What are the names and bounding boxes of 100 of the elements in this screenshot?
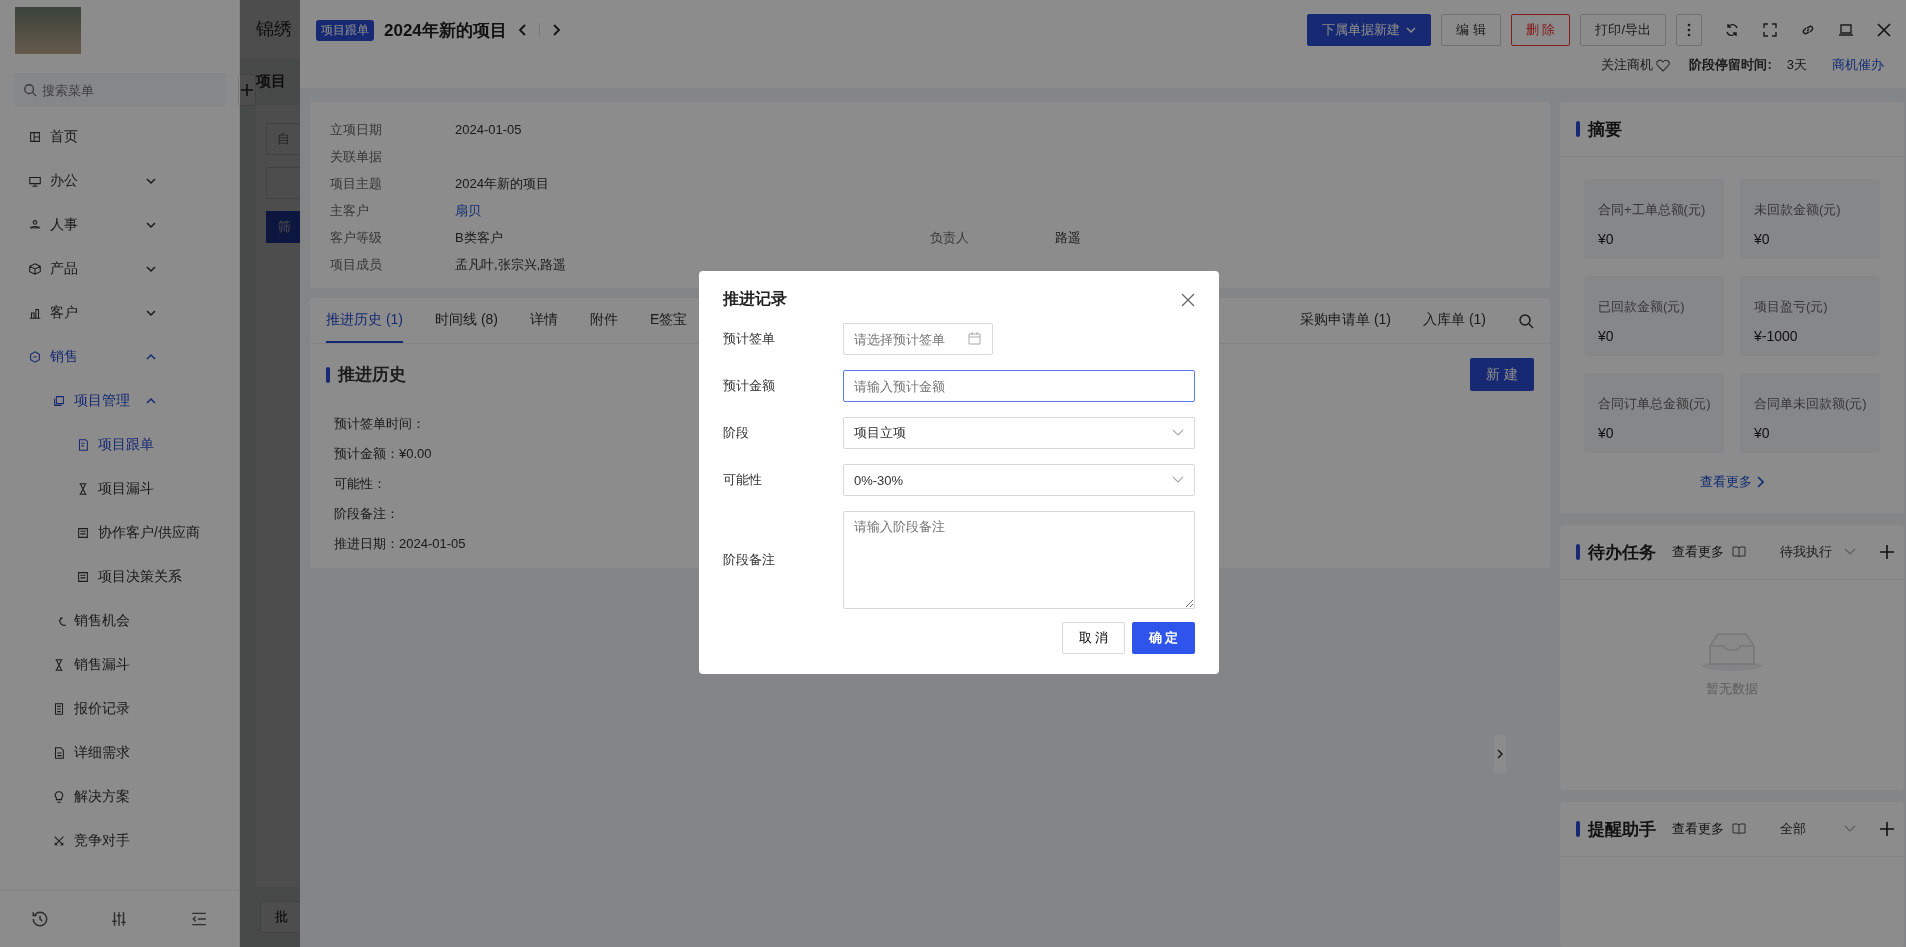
tab[interactable]: 详情	[530, 298, 558, 343]
search-icon[interactable]	[1518, 312, 1534, 329]
add-icon[interactable]	[1880, 822, 1894, 836]
menu-item[interactable]: 产品	[0, 247, 225, 291]
menu-item[interactable]: 解决方案	[0, 775, 225, 819]
stat-value: ¥0	[1754, 231, 1771, 247]
record-line: 推进日期：2024-01-05	[334, 535, 466, 553]
field-label: 阶段备注	[723, 551, 776, 569]
field-value: 路遥	[1055, 228, 1082, 247]
stat-value: ¥0	[1754, 425, 1771, 441]
field-label: 阶段	[723, 424, 750, 442]
refresh-icon[interactable]	[1724, 22, 1740, 38]
menu-item[interactable]: 首页	[0, 115, 225, 159]
cancel-button[interactable]: 取 消	[1062, 622, 1125, 654]
stat-label: 合同订单总金额(元)	[1598, 395, 1712, 413]
tab[interactable]: E签宝	[650, 298, 688, 343]
card-title: 摘要	[1588, 118, 1622, 141]
chevron-down-icon	[145, 307, 157, 319]
menu-item[interactable]: 人事	[0, 203, 225, 247]
tab[interactable]: 附件	[590, 298, 618, 343]
collapse-handle[interactable]	[1494, 735, 1506, 773]
stat-label: 项目盈亏(元)	[1754, 298, 1829, 316]
action-button[interactable]: 删 除	[1510, 14, 1571, 46]
book-icon[interactable]	[1732, 546, 1746, 558]
view-more-link[interactable]: 查看更多	[1700, 473, 1764, 491]
field-label: 预计金额	[723, 377, 776, 395]
stay-time-label: 阶段停留时间:	[1689, 56, 1772, 74]
tab[interactable]: 入库单 (1)	[1423, 298, 1486, 343]
tab[interactable]: 采购申请单 (1)	[1300, 298, 1391, 343]
stat-label: 合同单未回款额(元)	[1754, 395, 1868, 413]
menu-item[interactable]: 销售	[0, 335, 225, 379]
confirm-button[interactable]: 确 定	[1132, 622, 1195, 654]
chevron-down-icon	[145, 219, 157, 231]
monitor-icon	[28, 174, 42, 188]
new-button[interactable]: 新 建	[1470, 358, 1534, 391]
caret-icon	[1172, 429, 1184, 437]
copy-icon	[52, 394, 66, 408]
history-icon[interactable]	[30, 910, 49, 928]
record-line: 预计签单时间：	[334, 415, 425, 433]
menu-item[interactable]: 竞争对手	[0, 819, 225, 863]
record-line: 预计金额：¥0.00	[334, 445, 432, 463]
sliders-icon[interactable]	[110, 910, 129, 928]
add-icon[interactable]	[1880, 545, 1894, 559]
follow-label[interactable]: 关注商机	[1601, 56, 1654, 74]
select-field[interactable]: 0%-30%	[843, 464, 1195, 496]
select-field[interactable]: 项目立项	[843, 417, 1195, 449]
stat-value: ¥-1000	[1754, 328, 1799, 344]
stay-time-value: 3天	[1786, 56, 1807, 74]
book-icon[interactable]	[1732, 823, 1746, 835]
stat-value: ¥0	[1598, 328, 1615, 344]
stat-value: ¥0	[1598, 425, 1615, 441]
card-title: 待办任务	[1588, 541, 1656, 564]
menu-item[interactable]: 报价记录	[0, 687, 225, 731]
amount-field[interactable]: 请输入预计金额	[843, 370, 1195, 402]
urge-link[interactable]: 商机催办	[1832, 56, 1884, 74]
menu-item[interactable]: 销售机会	[0, 599, 225, 643]
menu-item[interactable]: 协作客户/供应商	[0, 511, 225, 555]
hexagon-icon	[28, 350, 42, 364]
menu-item[interactable]: 客户	[0, 291, 225, 335]
menu-item[interactable]: 项目漏斗	[0, 467, 225, 511]
crossed-swords-icon	[52, 834, 66, 848]
date-picker-field[interactable]: 请选择预计签单	[843, 323, 993, 355]
chevron-right-icon	[1496, 748, 1504, 760]
field-label: 预计签单	[723, 330, 776, 348]
remark-field[interactable]: 请输入阶段备注	[843, 511, 1195, 609]
view-more-link[interactable]: 查看更多	[1672, 820, 1724, 838]
fullscreen-icon[interactable]	[1762, 22, 1778, 38]
heart-icon[interactable]	[1656, 58, 1671, 72]
previous-icon[interactable]	[516, 23, 529, 37]
action-button[interactable]: 打印/导出	[1580, 14, 1666, 46]
add-button[interactable]	[238, 74, 256, 106]
customer-link[interactable]: 扇贝	[455, 202, 481, 218]
list-icon	[76, 570, 90, 584]
caret-icon	[1172, 476, 1184, 484]
menu-item[interactable]: 销售漏斗	[0, 643, 225, 687]
menu-item[interactable]: 项目决策关系	[0, 555, 225, 599]
view-more-link[interactable]: 查看更多	[1672, 543, 1724, 561]
tab[interactable]: 推进历史 (1)	[326, 298, 403, 343]
action-button[interactable]: 下属单据新建	[1307, 14, 1432, 46]
field-label: 负责人	[930, 228, 970, 247]
menu-item[interactable]: 办公	[0, 159, 225, 203]
tab[interactable]: 时间线 (8)	[435, 298, 498, 343]
field-label: 客户等级	[330, 228, 383, 247]
menu-item[interactable]: 详细需求	[0, 731, 225, 775]
menu-item[interactable]: 项目跟单	[0, 423, 225, 467]
filter-dropdown[interactable]: 待我执行	[1780, 543, 1836, 561]
field-value: 2024-01-05	[455, 122, 522, 137]
action-button[interactable]: 编 辑	[1441, 14, 1501, 46]
field-label: 可能性	[723, 471, 763, 489]
monitor-icon[interactable]	[1838, 22, 1854, 38]
close-icon[interactable]	[1181, 292, 1195, 307]
field-label: 项目成员	[330, 255, 383, 274]
field-value: 2024年新的项目	[455, 175, 549, 191]
filter-dropdown[interactable]: 全部	[1780, 820, 1836, 838]
modal-title: 推进记录	[723, 289, 787, 309]
search-field[interactable]: 搜索菜单	[14, 73, 226, 107]
section-title: 项目	[256, 72, 287, 91]
menu-item[interactable]: 项目管理	[0, 379, 225, 423]
close-icon[interactable]	[1876, 22, 1892, 38]
collapse-menu-icon[interactable]	[190, 910, 209, 928]
